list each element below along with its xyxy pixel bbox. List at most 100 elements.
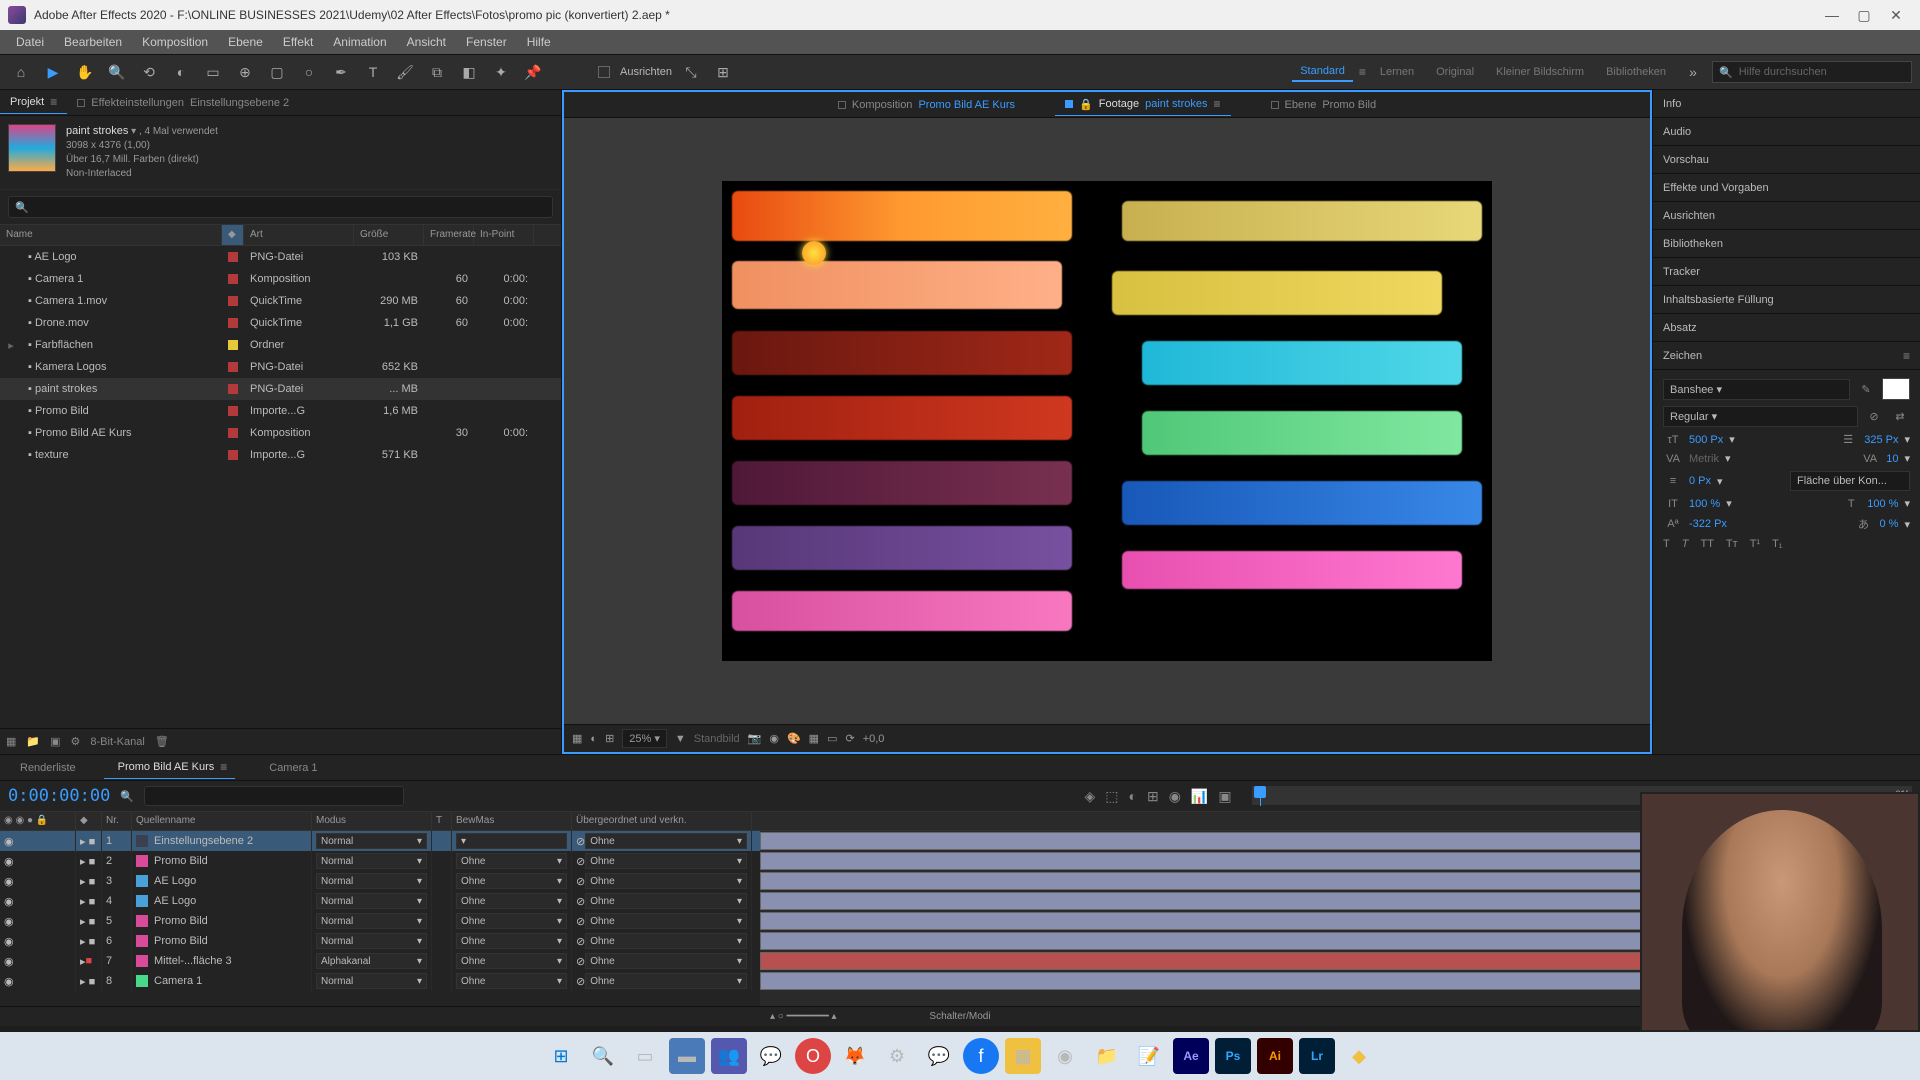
effect-controls-tab[interactable]: Effekteinstellungen Einstellungsebene 2 xyxy=(67,93,299,113)
menu-view[interactable]: Ansicht xyxy=(397,32,456,52)
timeline-search[interactable] xyxy=(144,786,404,806)
vscale-value[interactable]: 100 % xyxy=(1689,498,1720,510)
tab-renderqueue[interactable]: Renderliste xyxy=(12,758,84,778)
taskbar-search[interactable]: 🔍 xyxy=(585,1038,621,1074)
settings-icon[interactable]: ⚙ xyxy=(71,735,81,748)
grid-icon[interactable]: ▦ xyxy=(572,732,582,745)
tsume-value[interactable]: 0 % xyxy=(1880,518,1899,530)
messenger-icon[interactable]: 💬 xyxy=(921,1038,957,1074)
menu-animation[interactable]: Animation xyxy=(323,32,396,52)
allcaps-icon[interactable]: TT xyxy=(1700,538,1713,550)
zoom-tool[interactable]: 🔍 xyxy=(104,59,130,85)
illustrator-icon[interactable]: Ai xyxy=(1257,1038,1293,1074)
superscript-icon[interactable]: T¹ xyxy=(1750,538,1760,550)
transparency-icon[interactable]: ▦ xyxy=(809,732,819,745)
project-search[interactable]: 🔍 xyxy=(8,196,553,218)
bit-depth[interactable]: 8-Bit-Kanal xyxy=(90,736,144,748)
teams-icon[interactable]: 👥 xyxy=(711,1038,747,1074)
project-row[interactable]: ▪ textureImporte...G571 KB xyxy=(0,444,561,466)
menu-window[interactable]: Fenster xyxy=(456,32,517,52)
channel-icon[interactable]: ◉ xyxy=(769,732,779,745)
trash-icon[interactable]: 🗑 xyxy=(155,735,169,748)
panel-effects[interactable]: Effekte und Vorgaben xyxy=(1653,174,1920,202)
toggle-switches[interactable]: Schalter/Modi xyxy=(929,1011,990,1022)
playhead[interactable] xyxy=(1260,786,1261,806)
tab-timeline-comp[interactable]: Promo Bild AE Kurs ≡ xyxy=(104,756,236,779)
workspace-menu-icon[interactable]: ≡ xyxy=(1359,65,1366,79)
frameblend-icon[interactable]: ⊞ xyxy=(1147,788,1159,805)
obs-icon[interactable]: ◉ xyxy=(1047,1038,1083,1074)
resolution-icon[interactable]: ▼ xyxy=(675,733,686,745)
rotate-tool[interactable]: ◐ xyxy=(168,59,194,85)
opera-icon[interactable]: O xyxy=(795,1038,831,1074)
panel-audio[interactable]: Audio xyxy=(1653,118,1920,146)
timeline-search-icon[interactable]: 🔍 xyxy=(120,790,134,803)
snap-grid-icon[interactable]: ⊞ xyxy=(710,59,736,85)
project-row[interactable]: ▪ Kamera LogosPNG-Datei652 KB xyxy=(0,356,561,378)
workspace-overflow-icon[interactable]: » xyxy=(1680,59,1706,85)
hscale-value[interactable]: 100 % xyxy=(1867,498,1898,510)
panel-libraries[interactable]: Bibliotheken xyxy=(1653,230,1920,258)
menu-file[interactable]: Datei xyxy=(6,32,54,52)
layer-row[interactable]: ◉ ▸ ■3AE LogoNormal ▾Ohne ▾⊘ Ohne ▾ xyxy=(0,871,760,891)
font-dropdown[interactable]: Banshee ▾ xyxy=(1663,379,1850,400)
selection-tool[interactable]: ▶ xyxy=(40,59,66,85)
home-icon[interactable]: ⌂ xyxy=(8,59,34,85)
subscript-icon[interactable]: T₁ xyxy=(1772,538,1782,550)
menu-help[interactable]: Hilfe xyxy=(517,32,561,52)
brainstorm-icon[interactable]: ▣ xyxy=(1218,788,1231,805)
layer-row[interactable]: ◉ ▸ ■8Camera 1Normal ▾Ohne ▾⊘ Ohne ▾ xyxy=(0,971,760,991)
color-mgmt-icon[interactable]: 🎨 xyxy=(787,732,801,745)
photoshop-icon[interactable]: Ps xyxy=(1215,1038,1251,1074)
hand-tool[interactable]: ✋ xyxy=(72,59,98,85)
roto-tool[interactable]: ✦ xyxy=(488,59,514,85)
project-row[interactable]: ▪ Camera 1Komposition600:00: xyxy=(0,268,561,290)
viewer-tab-footage[interactable]: 🔒 Footage paint strokes ≡ xyxy=(1055,93,1230,116)
workspace-libraries[interactable]: Bibliotheken xyxy=(1598,63,1674,81)
snap-checkbox[interactable] xyxy=(598,66,610,78)
pen-tool[interactable]: ✒ xyxy=(328,59,354,85)
tab-timeline-camera[interactable]: Camera 1 xyxy=(255,758,325,778)
snapshot-icon[interactable]: 📷 xyxy=(748,732,762,745)
layer-row[interactable]: ◉ ▸ ■7Mittel-...fläche 3Alphakanal ▾Ohne… xyxy=(0,951,760,971)
kerning-value[interactable]: Metrik xyxy=(1689,453,1719,465)
timecode[interactable]: 0:00:00:00 xyxy=(8,786,110,806)
guides-icon[interactable]: ⊞ xyxy=(605,732,614,745)
menu-effect[interactable]: Effekt xyxy=(273,32,323,52)
text-tool[interactable]: T xyxy=(360,59,386,85)
close-button[interactable]: ✕ xyxy=(1880,0,1912,30)
whatsapp-icon[interactable]: 💬 xyxy=(753,1038,789,1074)
interpret-icon[interactable]: ▦ xyxy=(6,735,16,748)
project-row[interactable]: ▪ Drone.movQuickTime1,1 GB600:00: xyxy=(0,312,561,334)
col-art[interactable]: Art xyxy=(244,225,354,245)
layer-row[interactable]: ◉ ▸ ■1Einstellungsebene 2Normal ▾ ▾⊘ Ohn… xyxy=(0,831,760,851)
panel-contentfill[interactable]: Inhaltsbasierte Füllung xyxy=(1653,286,1920,314)
menu-edit[interactable]: Bearbeiten xyxy=(54,32,132,52)
project-row[interactable]: ▪ AE LogoPNG-Datei103 KB xyxy=(0,246,561,268)
panel-paragraph[interactable]: Absatz xyxy=(1653,314,1920,342)
snap-options-icon[interactable]: ⤡ xyxy=(678,59,704,85)
panel-character[interactable]: Zeichen≡ xyxy=(1653,342,1920,370)
layer-row[interactable]: ◉ ▸ ■6Promo BildNormal ▾Ohne ▾⊘ Ohne ▾ xyxy=(0,931,760,951)
viewer-canvas[interactable] xyxy=(564,118,1650,724)
panel-align[interactable]: Ausrichten xyxy=(1653,202,1920,230)
app-icon-3[interactable]: ◆ xyxy=(1341,1038,1377,1074)
comp-mini-icon[interactable]: ◈ xyxy=(1084,788,1095,805)
viewer-tab-comp[interactable]: Komposition Promo Bild AE Kurs xyxy=(828,95,1025,115)
project-row[interactable]: ▪ Camera 1.movQuickTime290 MB600:00: xyxy=(0,290,561,312)
maximize-button[interactable]: ▢ xyxy=(1848,0,1880,30)
refresh-icon[interactable]: ⟳ xyxy=(845,732,854,745)
col-name[interactable]: Name xyxy=(0,225,222,245)
puppet-tool[interactable]: 📌 xyxy=(520,59,546,85)
layer-row[interactable]: ◉ ▸ ■4AE LogoNormal ▾Ohne ▾⊘ Ohne ▾ xyxy=(0,891,760,911)
menu-composition[interactable]: Komposition xyxy=(132,32,218,52)
leading-value[interactable]: 325 Px xyxy=(1864,434,1898,446)
italic-icon[interactable]: T xyxy=(1682,538,1689,550)
eraser-tool[interactable]: ◧ xyxy=(456,59,482,85)
zoom-dropdown[interactable]: 25% ▾ xyxy=(622,729,667,748)
draft3d-icon[interactable]: ⬚ xyxy=(1105,788,1118,805)
stroke-width[interactable]: 0 Px xyxy=(1689,475,1711,487)
shape-tool[interactable]: ▢ xyxy=(264,59,290,85)
col-size[interactable]: Größe xyxy=(354,225,424,245)
brush-tool[interactable]: 🖌 xyxy=(392,59,418,85)
